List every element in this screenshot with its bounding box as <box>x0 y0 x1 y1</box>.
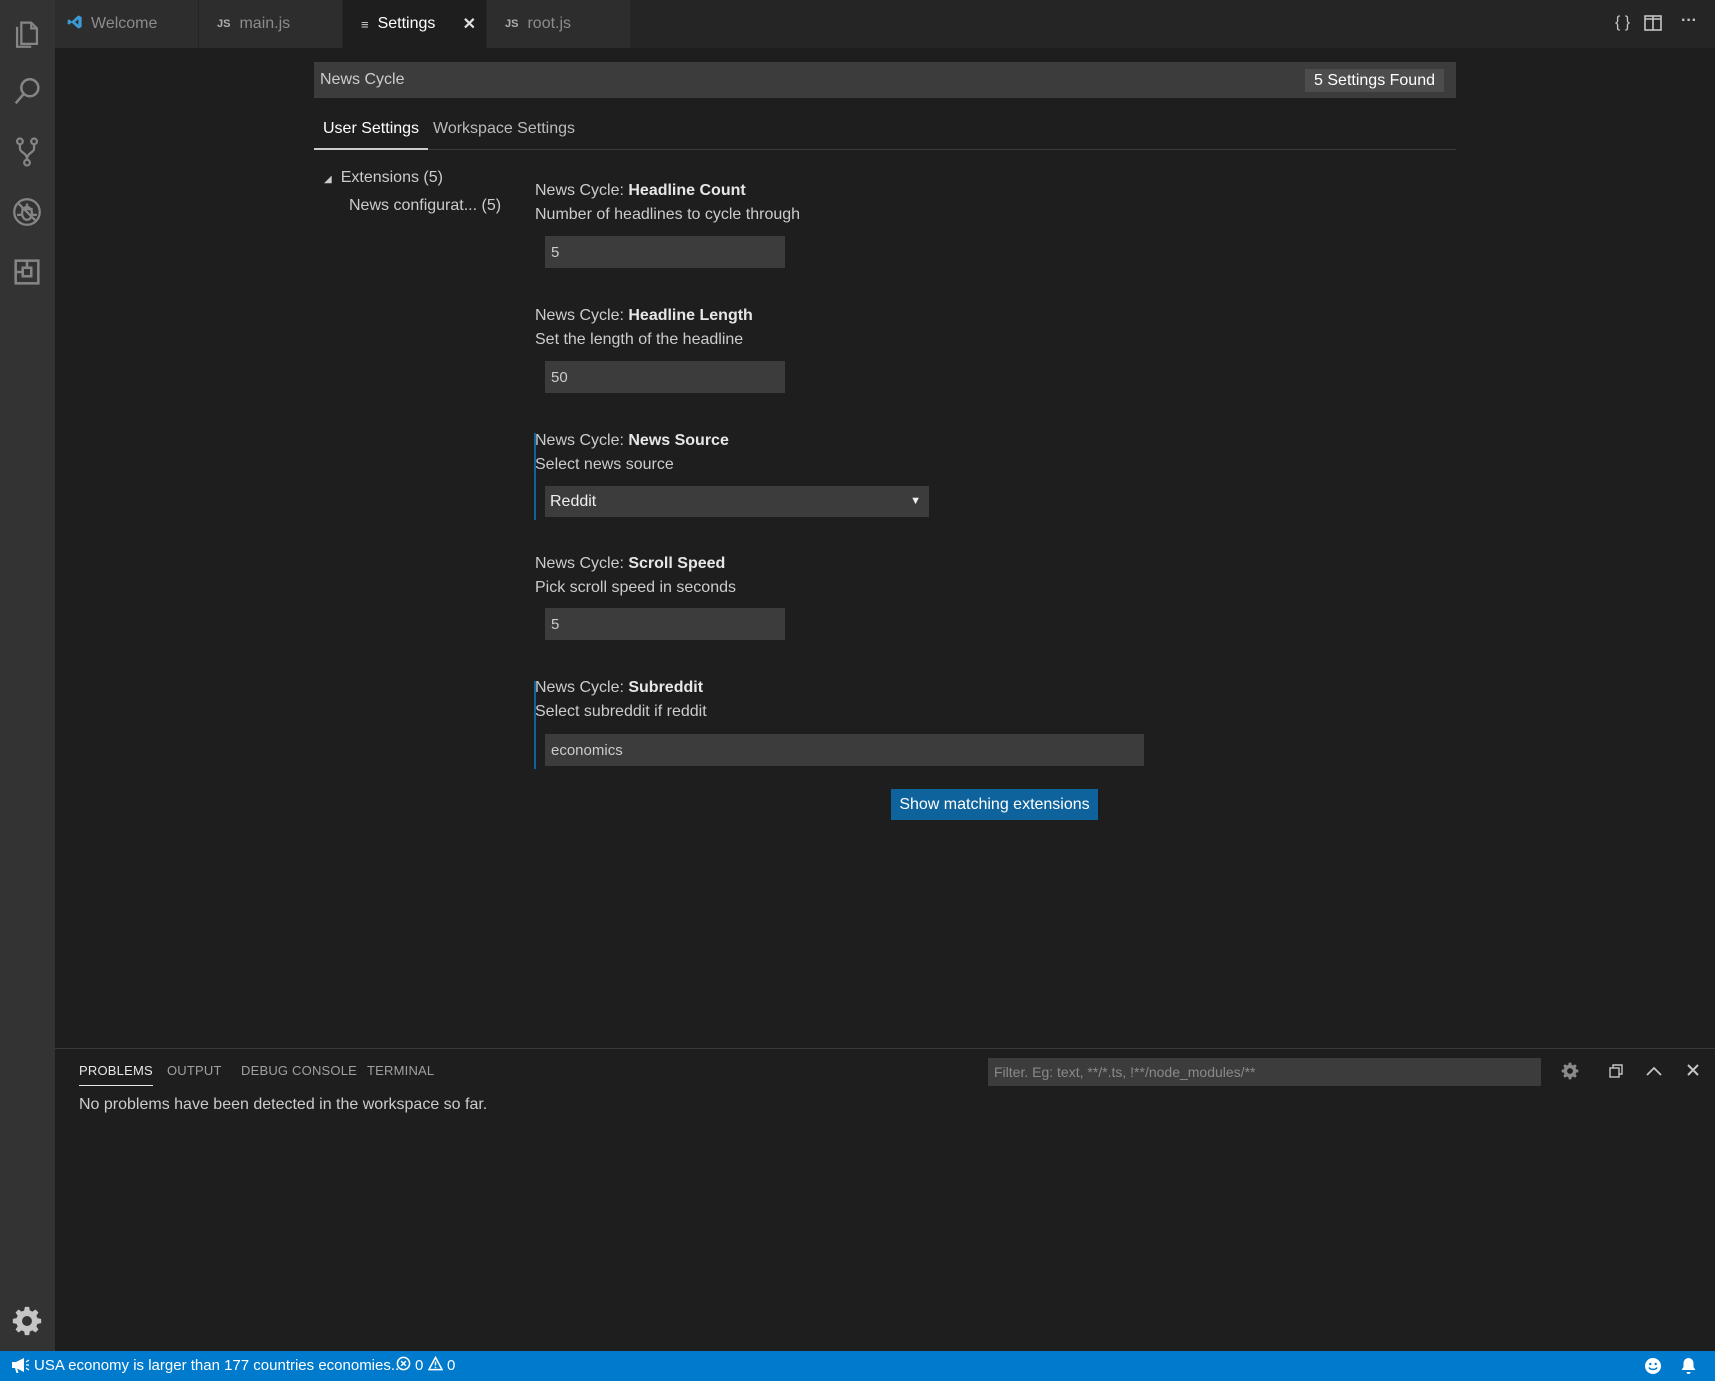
setting-headline-length: News Cycle: Headline Length Set the leng… <box>535 307 1235 355</box>
collapse-all-icon[interactable] <box>1608 1063 1624 1084</box>
source-control-icon[interactable] <box>6 131 48 173</box>
setting-prefix: News Cycle: <box>535 307 629 324</box>
setting-prefix: News Cycle: <box>535 432 629 449</box>
setting-title: News Cycle: Headline Length <box>535 307 1235 329</box>
collapse-triangle-icon: ◢ <box>324 174 332 185</box>
setting-description: Set the length of the headline <box>535 331 744 348</box>
editor-tab-bar: Welcome JS main.js ≡ Settings ✕ JS root.… <box>55 0 1715 48</box>
open-settings-json-icon[interactable]: { } <box>1615 14 1630 32</box>
vscode-logo-icon <box>67 14 83 35</box>
tab-label: main.js <box>239 15 291 32</box>
setting-scroll-speed: News Cycle: Scroll Speed Pick scroll spe… <box>535 555 1235 603</box>
tab-main-js[interactable]: JS main.js <box>199 0 343 48</box>
tab-problems[interactable]: PROBLEMS <box>79 1063 153 1086</box>
tab-label: root.js <box>527 15 572 32</box>
setting-description: Select subreddit if reddit <box>535 703 707 720</box>
feedback-smiley-icon[interactable] <box>1644 1357 1662 1379</box>
debug-icon[interactable] <box>6 191 48 233</box>
select-value: Reddit <box>550 493 597 510</box>
setting-prefix: News Cycle: <box>535 182 629 199</box>
setting-title: News Cycle: Subreddit <box>535 679 1235 701</box>
settings-scope-tabs: User Settings Workspace Settings <box>314 115 1456 150</box>
maximize-panel-icon[interactable] <box>1645 1063 1663 1083</box>
tab-user-settings[interactable]: User Settings <box>314 115 429 150</box>
bottom-panel: PROBLEMS OUTPUT DEBUG CONSOLE TERMINAL N… <box>55 1048 1715 1352</box>
tab-root-js[interactable]: JS root.js <box>487 0 631 48</box>
setting-headline-count: News Cycle: Headline Count Number of hea… <box>535 182 1235 230</box>
setting-title: News Cycle: News Source <box>535 432 1235 454</box>
close-panel-icon[interactable] <box>1686 1062 1700 1082</box>
setting-description: Number of headlines to cycle through <box>535 206 801 223</box>
warnings-count[interactable]: 0 <box>447 1357 455 1374</box>
errors-count[interactable]: 0 <box>415 1357 423 1374</box>
setting-news-source: News Cycle: News Source Select news sour… <box>535 432 1235 480</box>
tab-label: Settings <box>377 15 436 32</box>
settings-found-badge: 5 Settings Found <box>1305 69 1444 92</box>
headline-count-input[interactable] <box>545 236 785 268</box>
dropdown-arrow-icon: ▼ <box>910 495 921 507</box>
setting-name: Headline Count <box>628 182 746 199</box>
setting-description: Select news source <box>535 456 674 473</box>
toc-extensions-group[interactable]: ◢ Extensions (5) <box>324 169 443 187</box>
activity-bar <box>0 0 55 1351</box>
tab-settings[interactable]: ≡ Settings ✕ <box>343 0 487 48</box>
problems-filter-input[interactable] <box>988 1058 1541 1086</box>
no-problems-message: No problems have been detected in the wo… <box>79 1096 488 1113</box>
errors-icon[interactable] <box>396 1356 411 1375</box>
explorer-icon[interactable] <box>6 13 48 55</box>
setting-name: News Source <box>628 432 729 449</box>
toc-news-configuration-item[interactable]: News configurat... (5) <box>349 197 501 215</box>
tab-terminal[interactable]: TERMINAL <box>367 1063 434 1078</box>
subreddit-input[interactable] <box>545 734 1144 766</box>
news-ticker-text[interactable]: USA economy is larger than 177 countries… <box>34 1357 403 1374</box>
setting-prefix: News Cycle: <box>535 679 629 696</box>
tab-output[interactable]: OUTPUT <box>167 1063 222 1078</box>
js-file-icon: JS <box>217 18 231 30</box>
notifications-bell-icon[interactable] <box>1680 1357 1697 1379</box>
tab-debug-console[interactable]: DEBUG CONSOLE <box>241 1063 357 1078</box>
manage-gear-icon[interactable] <box>6 1300 48 1342</box>
warnings-icon[interactable] <box>427 1355 444 1375</box>
settings-file-icon: ≡ <box>361 16 369 32</box>
filter-settings-gear-icon[interactable] <box>1560 1061 1580 1086</box>
setting-title: News Cycle: Scroll Speed <box>535 555 1235 577</box>
megaphone-icon[interactable] <box>10 1356 30 1378</box>
settings-search-box: 5 Settings Found <box>314 62 1456 98</box>
toc-group-label: Extensions (5) <box>340 169 443 186</box>
setting-name: Scroll Speed <box>628 555 726 572</box>
setting-subreddit: News Cycle: Subreddit Select subreddit i… <box>535 679 1235 727</box>
news-source-select[interactable]: Reddit ▼ <box>545 486 929 517</box>
tab-label: Welcome <box>91 15 158 32</box>
more-actions-icon[interactable]: ··· <box>1681 12 1697 30</box>
headline-length-input[interactable] <box>545 361 785 393</box>
search-icon[interactable] <box>6 71 48 113</box>
js-file-icon: JS <box>505 18 519 30</box>
split-editor-icon[interactable] <box>1644 15 1662 36</box>
extensions-icon[interactable] <box>6 251 48 293</box>
close-icon[interactable]: ✕ <box>463 14 476 34</box>
setting-prefix: News Cycle: <box>535 555 629 572</box>
status-bar: USA economy is larger than 177 countries… <box>0 1351 1715 1381</box>
setting-name: Headline Length <box>628 307 753 324</box>
tab-workspace-settings[interactable]: Workspace Settings <box>433 115 575 148</box>
tab-welcome[interactable]: Welcome <box>55 0 199 48</box>
setting-title: News Cycle: Headline Count <box>535 182 1235 204</box>
setting-description: Pick scroll speed in seconds <box>535 579 736 596</box>
setting-name: Subreddit <box>628 679 704 696</box>
settings-search-input[interactable] <box>314 62 1314 98</box>
scroll-speed-input[interactable] <box>545 608 785 640</box>
show-matching-extensions-button[interactable]: Show matching extensions <box>891 789 1098 820</box>
